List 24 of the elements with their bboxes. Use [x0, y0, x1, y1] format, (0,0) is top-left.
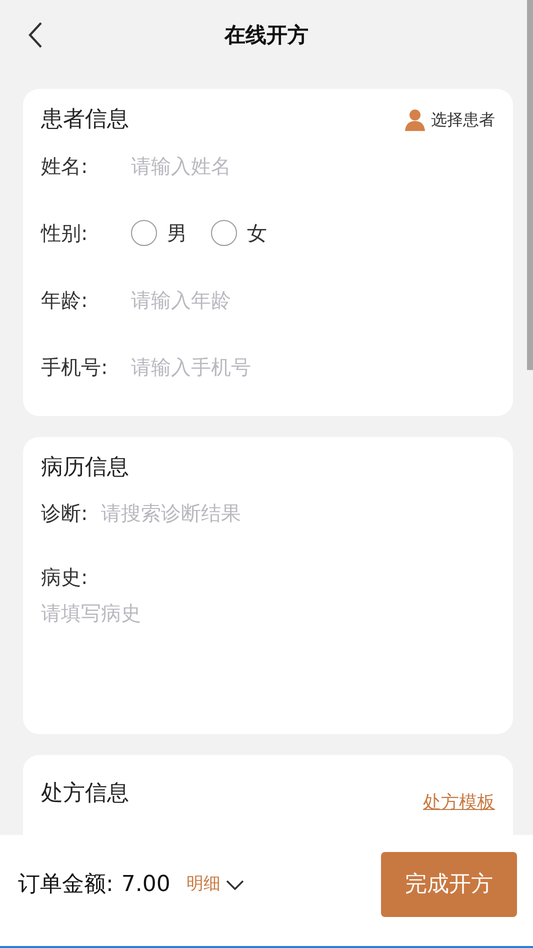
field-label: 手机号: — [41, 354, 109, 380]
page-title: 在线开方 — [224, 22, 308, 50]
amount-label: 订单金额: — [18, 871, 114, 899]
field-label: 年龄: — [41, 286, 89, 314]
diagnosis-search-field[interactable]: 请搜索诊断结果 — [101, 498, 495, 528]
person-icon — [405, 108, 425, 130]
back-icon — [27, 21, 43, 49]
scrollbar-thumb[interactable] — [527, 0, 533, 370]
section-title: 病历信息 — [41, 454, 130, 482]
input-field[interactable]: 请输入年龄 — [131, 284, 495, 314]
field-label: 病史: — [41, 564, 89, 591]
field-label: 姓名: — [41, 152, 89, 180]
field-label: 诊断: — [41, 500, 89, 527]
section-title: 处方信息 — [41, 780, 129, 808]
radio-option[interactable]: 女 — [211, 218, 267, 248]
input-field[interactable]: 请输入姓名 — [131, 150, 495, 180]
field-label: 性别: — [41, 220, 89, 246]
radio-option[interactable]: 男 — [131, 218, 187, 248]
select-patient-button[interactable]: 选择患者 — [405, 108, 495, 132]
amount-value: 7.00 — [121, 871, 170, 899]
input-field[interactable]: 请输入手机号 — [131, 352, 495, 382]
section-title: 患者信息 — [41, 106, 129, 134]
history-field[interactable]: 请填写病史 — [41, 598, 495, 628]
chevron-down-icon — [226, 880, 244, 890]
